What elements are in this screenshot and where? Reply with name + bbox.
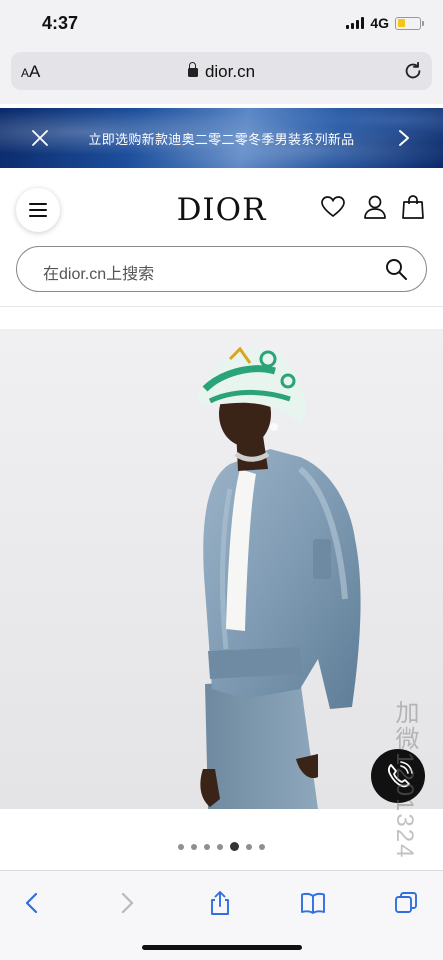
address-bar[interactable]: AA dior.cn xyxy=(11,52,432,90)
promo-banner[interactable]: 立即选购新款迪奥二零二零冬季男装系列新品 xyxy=(0,108,443,168)
search-field[interactable]: 在dior.cn上搜索 xyxy=(16,246,427,292)
home-indicator[interactable] xyxy=(142,945,302,950)
model-photo xyxy=(0,329,443,809)
search-icon[interactable] xyxy=(384,257,408,281)
share-icon[interactable] xyxy=(207,890,233,916)
status-indicators: 4G xyxy=(346,15,424,31)
carousel-dot[interactable] xyxy=(204,843,210,850)
carousel-dot[interactable] xyxy=(246,843,252,850)
watermark: 加微1201324 xyxy=(391,700,418,860)
carousel-dot[interactable] xyxy=(191,843,197,850)
close-icon[interactable] xyxy=(30,128,50,148)
battery-level xyxy=(397,19,405,27)
forward-icon[interactable] xyxy=(113,890,139,916)
battery-icon xyxy=(395,16,424,30)
carousel-dots[interactable] xyxy=(0,842,443,851)
tabs-icon[interactable] xyxy=(393,890,419,916)
url-field[interactable]: dior.cn xyxy=(11,62,432,82)
promo-text[interactable]: 立即选购新款迪奥二零二零冬季男装系列新品 xyxy=(60,129,383,148)
heart-icon[interactable] xyxy=(320,194,346,220)
network-type: 4G xyxy=(370,15,389,31)
carousel-dot[interactable] xyxy=(230,842,239,851)
search-input[interactable]: 在dior.cn上搜索 xyxy=(43,260,154,284)
url-text: dior.cn xyxy=(204,62,256,81)
cellular-signal-icon xyxy=(346,17,365,29)
carousel-dot[interactable] xyxy=(178,843,184,850)
browser-address-area: AA dior.cn xyxy=(0,48,443,104)
lock-icon xyxy=(187,62,198,77)
reload-icon[interactable] xyxy=(402,60,424,82)
carousel-dot[interactable] xyxy=(217,843,223,850)
divider xyxy=(0,306,443,307)
user-icon[interactable] xyxy=(362,194,388,220)
chevron-right-icon[interactable] xyxy=(397,128,411,148)
hero-image[interactable] xyxy=(0,329,443,809)
status-time: 4:37 xyxy=(42,13,79,33)
bookmarks-icon[interactable] xyxy=(300,890,326,916)
status-bar: 4:37 4G xyxy=(0,0,443,48)
back-icon[interactable] xyxy=(20,890,46,916)
carousel-dot[interactable] xyxy=(259,843,265,850)
site-header: DIOR xyxy=(0,168,443,248)
shopping-bag-icon[interactable] xyxy=(400,194,426,220)
